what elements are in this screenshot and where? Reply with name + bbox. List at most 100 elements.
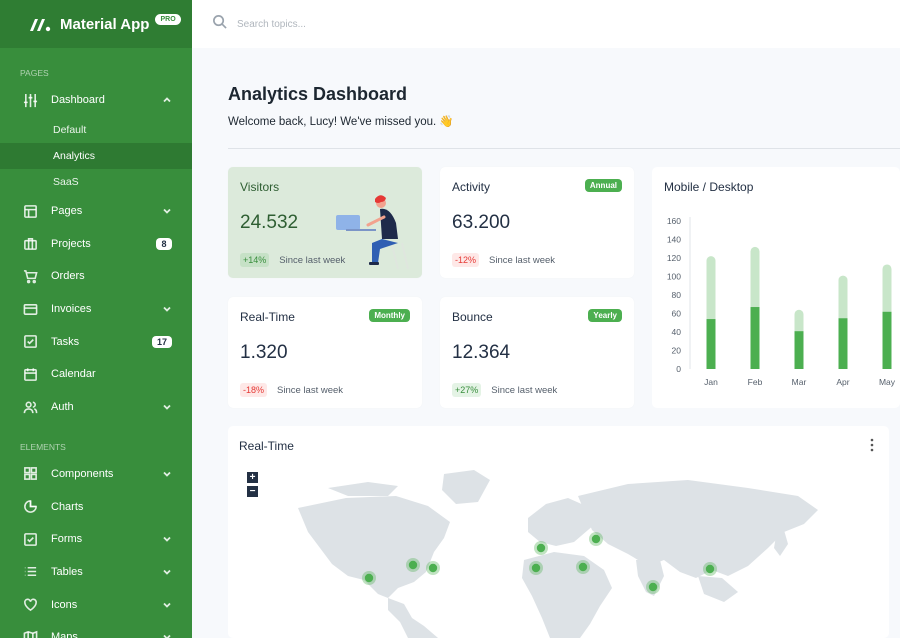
since-label: Since last week xyxy=(489,254,556,266)
search-icon xyxy=(212,14,227,34)
map-marker[interactable] xyxy=(578,562,588,572)
y-tick-label: 80 xyxy=(672,290,682,300)
sidebar-item-label: Icons xyxy=(51,598,78,611)
visitors-card: Visitors 24.532 +14% Since last week xyxy=(228,167,422,278)
sidebar-item-label: Charts xyxy=(51,500,84,513)
map-marker[interactable] xyxy=(428,563,438,573)
sidebar-subitem-analytics[interactable]: Analytics xyxy=(0,142,192,169)
map-marker[interactable] xyxy=(536,543,546,553)
card-value: 24.532 xyxy=(240,212,299,233)
map-icon xyxy=(22,629,39,638)
sidebar-item-label: Auth xyxy=(51,401,74,414)
brand-name: Material App xyxy=(60,15,150,33)
sidebar-item-tables[interactable]: Tables xyxy=(0,556,192,589)
sidebar-item-label: Orders xyxy=(51,270,85,283)
sidebar-item-orders[interactable]: Orders xyxy=(0,260,192,293)
y-tick-label: 100 xyxy=(667,272,681,282)
card-title: Bounce xyxy=(452,310,493,324)
bar-series-1[interactable] xyxy=(882,311,892,369)
y-tick-label: 40 xyxy=(672,327,682,337)
x-tick-label: May xyxy=(879,377,896,387)
sidebar-item-label: Invoices xyxy=(51,303,92,316)
bounce-card: Bounce Yearly 12.364 +27% Since last wee… xyxy=(440,297,634,408)
sidebar-item-icons[interactable]: Icons xyxy=(0,588,192,621)
sidebar-item-projects[interactable]: Projects 8 xyxy=(0,227,192,260)
card-title: Visitors xyxy=(240,180,280,194)
map-marker[interactable] xyxy=(408,560,418,570)
chevron-down-icon xyxy=(162,469,172,479)
sidebar-item-label: Dashboard xyxy=(51,94,105,107)
pro-badge: PRO xyxy=(155,13,181,25)
layout-icon xyxy=(22,203,39,220)
cart-icon xyxy=(22,268,39,285)
map-marker[interactable] xyxy=(648,582,658,592)
x-tick-label: Mar xyxy=(792,377,807,387)
sidebar-subitem-saas[interactable]: SaaS xyxy=(0,169,192,195)
card-value: 1.320 xyxy=(240,342,288,363)
sidebar-item-pages[interactable]: Pages xyxy=(0,195,192,228)
bar-series-2[interactable] xyxy=(838,275,848,319)
check-square-icon xyxy=(22,531,39,548)
bar-series-1[interactable] xyxy=(794,331,804,369)
bar-series-1[interactable] xyxy=(706,319,716,369)
search-input[interactable] xyxy=(237,18,537,30)
grid-icon xyxy=(22,465,39,482)
bar-series-2[interactable] xyxy=(750,246,760,308)
sidebar-subitem-default[interactable]: Default xyxy=(0,117,192,143)
bar-chart: 0 20 40 60 80 100 120 140 160 Jan Feb Mar Apr May xyxy=(667,216,896,387)
card-footer: -18% Since last week xyxy=(240,383,343,397)
since-label: Since last week xyxy=(277,384,344,396)
map-marker[interactable] xyxy=(364,573,374,583)
period-badge: Annual xyxy=(584,179,622,192)
realtime-map-card: Real-Time + − xyxy=(228,426,889,638)
chevron-down-icon xyxy=(162,632,172,638)
change-chip: +14% xyxy=(240,253,270,267)
sidebar-item-forms[interactable]: Forms xyxy=(0,523,192,556)
since-label: Since last week xyxy=(491,384,558,396)
x-tick-label: Apr xyxy=(836,377,849,387)
x-tick-label: Jan xyxy=(704,377,718,387)
y-tick-label: 20 xyxy=(672,346,682,356)
card-title: Mobile / Desktop xyxy=(664,180,754,194)
page-title: Analytics Dashboard xyxy=(228,84,408,104)
card-title: Real-Time xyxy=(240,310,295,324)
card-footer: -12% Since last week xyxy=(452,253,555,267)
bar-series-1[interactable] xyxy=(838,318,848,369)
sidebar-item-label: Components xyxy=(51,467,114,480)
sidebar-item-label: Maps xyxy=(51,631,78,638)
brand[interactable]: Material App PRO xyxy=(0,0,192,48)
sidebar-item-label: Pages xyxy=(51,205,83,218)
chevron-down-icon xyxy=(162,600,172,610)
bar-series-2[interactable] xyxy=(794,309,804,332)
map-marker[interactable] xyxy=(591,534,601,544)
person-laptop-illustration xyxy=(336,195,409,269)
sidebar-item-components[interactable]: Components xyxy=(0,458,192,491)
sidebar-item-calendar[interactable]: Calendar xyxy=(0,358,192,391)
change-chip: -18% xyxy=(240,383,268,397)
sidebar-item-label: Calendar xyxy=(51,368,96,381)
sidebar-item-label: Tasks xyxy=(51,335,80,348)
bar-series-2[interactable] xyxy=(882,264,892,312)
period-badge: Monthly xyxy=(369,309,410,322)
bar-series-1[interactable] xyxy=(750,307,760,369)
activity-card: Activity Annual 63.200 -12% Since last w… xyxy=(440,167,634,278)
sidebar-item-label: Forms xyxy=(51,533,83,546)
map-marker[interactable] xyxy=(531,563,541,573)
sidebar-item-auth[interactable]: Auth xyxy=(0,391,192,424)
sidebar-item-charts[interactable]: Charts xyxy=(0,490,192,523)
sidebar-item-tasks[interactable]: Tasks 17 xyxy=(0,325,192,358)
realtime-card: Real-Time Monthly 1.320 -18% Since last … xyxy=(228,297,422,408)
brand-logo-icon xyxy=(30,19,51,32)
pie-chart-icon xyxy=(22,498,39,515)
chevron-down-icon xyxy=(162,206,172,216)
change-chip: -12% xyxy=(452,253,480,267)
bar-series-2[interactable] xyxy=(706,256,716,320)
card-footer: +27% Since last week xyxy=(452,383,557,397)
sidebar-item-invoices[interactable]: Invoices xyxy=(0,293,192,326)
sliders-icon xyxy=(22,92,39,109)
sidebar-item-maps[interactable]: Maps xyxy=(0,621,192,638)
sidebar-item-dashboard[interactable]: Dashboard xyxy=(0,84,192,117)
divider xyxy=(228,148,900,149)
map-marker[interactable] xyxy=(705,564,715,574)
world-map xyxy=(298,470,818,638)
